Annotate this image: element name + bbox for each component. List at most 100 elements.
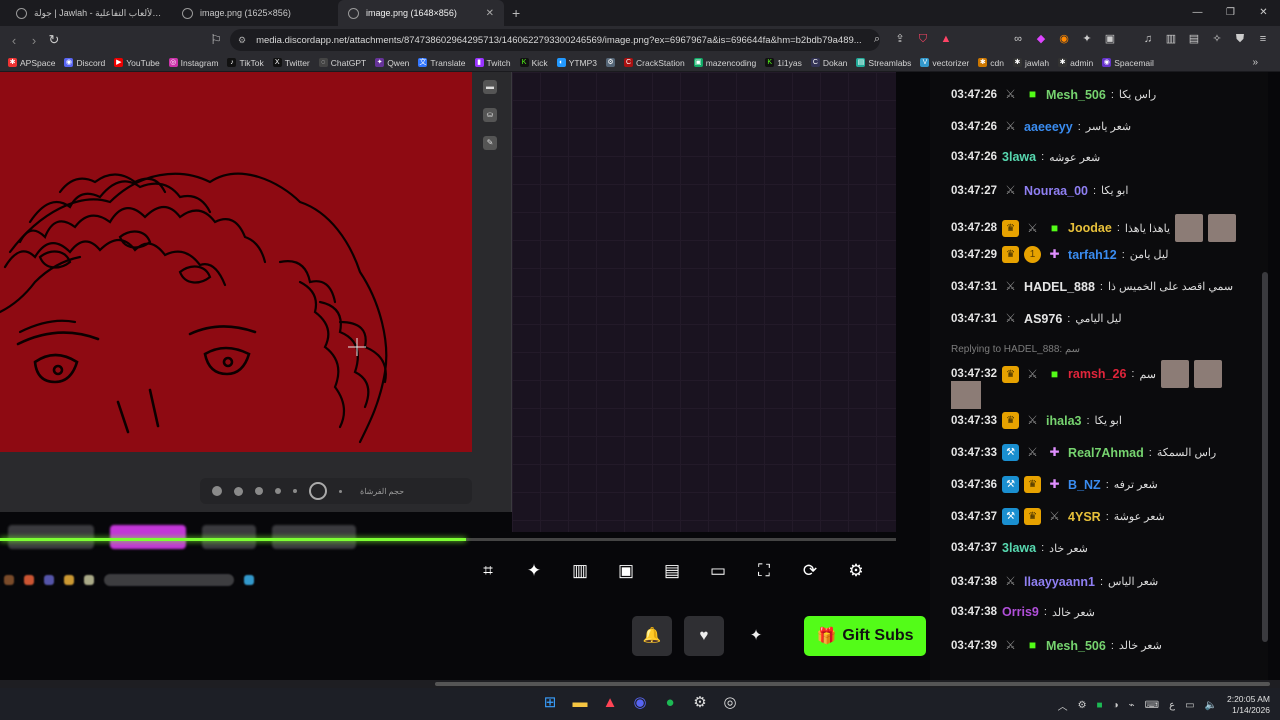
notification-bell-button[interactable]: 🔔 [632,616,672,656]
site-info-icon[interactable]: ⚙ [238,35,246,46]
message-username[interactable]: 4YSR [1068,510,1101,524]
video-progress-bar[interactable] [0,538,896,541]
language-icon[interactable]: ع [1169,700,1175,711]
reload-button[interactable]: ↻ [44,32,64,48]
pen-icon[interactable]: ✎ [483,136,497,150]
bookmark-admin[interactable]: ✱ admin [1058,58,1093,68]
settings-gear-icon[interactable]: ⚙ [844,559,868,583]
autoplay-icon[interactable]: ⟳ [798,559,822,583]
bookmark-twitter[interactable]: X Twitter [272,58,310,68]
theater-mode-icon[interactable]: ▭ [706,559,730,583]
steam-icon[interactable]: ⚙ [690,692,710,714]
screenshot-icon[interactable]: ▣ [1103,32,1117,46]
puzzle-icon[interactable]: ✦ [1080,32,1094,46]
tab-image-1[interactable]: image.png (1625×856) [172,0,338,26]
horizontal-scrollbar[interactable] [0,680,1280,688]
message-username[interactable]: llaayyaann1 [1024,575,1095,589]
bookmark-chatgpt[interactable]: ◌ ChatGPT [318,58,366,68]
fullscreen-icon[interactable]: ⛶ [752,559,776,583]
message-username[interactable]: Orris9 [1002,605,1039,619]
drawing-canvas[interactable] [0,72,472,452]
tab-image-2[interactable]: image.png (1648×856) ✕ [338,0,504,26]
rewards-icon[interactable]: ▲ [939,32,953,46]
windows-start-icon[interactable]: ⊞ [540,692,560,714]
bookmark-ytmp3[interactable]: ◐ YTMP3 [556,58,597,68]
show-hidden-icons[interactable]: ︿ [1058,698,1068,713]
message-username[interactable]: B_NZ [1068,478,1101,492]
blurred-button[interactable] [202,525,256,549]
menu-icon[interactable]: ≡ [1256,32,1270,46]
bookmark-qwen[interactable]: ✦ Qwen [375,58,409,68]
bookmark-tiktok[interactable]: ♪ TikTok [227,58,264,68]
brush-size-option[interactable] [212,486,222,496]
stats-icon[interactable]: ▥ [568,559,592,583]
message-username[interactable]: 3lawa [1002,150,1036,164]
bookmark-jawlah[interactable]: ✱ jawlah [1012,58,1049,68]
keyboard-icon[interactable]: ⌨ [1145,700,1159,711]
message-username[interactable]: Mesh_506 [1046,639,1106,653]
extension-icon[interactable]: ◆ [1034,32,1048,46]
bookmark-spacemail[interactable]: ◉ Spacemail [1102,58,1154,68]
maximize-button[interactable]: ❐ [1214,0,1247,26]
message-username[interactable]: tarfah12 [1068,248,1117,262]
close-tab-icon[interactable]: ✕ [486,8,494,19]
bookmark-youtube[interactable]: ▶ YouTube [114,58,160,68]
tray-icon[interactable]: ⌁ [1129,700,1135,711]
message-username[interactable]: aaeeeyy [1024,120,1073,134]
sidebar-icon[interactable]: ▥ [1164,32,1178,46]
brush-size-option[interactable] [255,487,263,495]
bookmark-dokan[interactable]: C Dokan [810,58,847,68]
bookmark-kick[interactable]: K Kick [519,58,548,68]
bookmark-icon[interactable]: ⚐ [206,32,226,48]
crop-icon[interactable]: ⌗ [476,559,500,583]
message-username[interactable]: ihala3 [1046,414,1081,428]
blurred-button[interactable] [8,525,94,549]
spotify-icon[interactable]: ● [660,692,680,714]
message-username[interactable]: AS976 [1024,312,1062,326]
app-icon[interactable]: ◎ [720,692,740,714]
discord-icon[interactable]: ◉ [630,692,650,714]
brush-size-option[interactable] [339,489,342,493]
bookmark-twitch[interactable]: ▮ Twitch [474,58,511,68]
tray-icon[interactable]: ◑ [1113,700,1119,711]
ai-icon[interactable]: ✧ [1210,32,1224,46]
bookmark-1i1yas[interactable]: K 1i1yas [765,58,802,68]
message-username[interactable]: ramsh_26 [1068,367,1126,381]
message-username[interactable]: Joodae [1068,221,1112,235]
bookmark-settings[interactable]: ⚙ [606,58,616,67]
bookmark-discord[interactable]: ◉ Discord [64,58,105,68]
message-username[interactable]: Nouraa_00 [1024,184,1088,198]
system-clock[interactable]: 2:20:05 AM 1/14/2026 [1227,694,1270,716]
new-tab-button[interactable]: + [504,5,528,21]
follow-heart-button[interactable]: ♥ [684,616,724,656]
volume-icon[interactable]: 🔈 [1205,700,1217,711]
minimize-button[interactable]: — [1181,0,1214,26]
message-username[interactable]: Real7Ahmad [1068,446,1144,460]
tray-icon[interactable]: ⚙ [1078,700,1087,711]
scrollbar-thumb[interactable] [435,682,1270,686]
bookmark-vectorizer[interactable]: Vvectorizer [920,58,969,68]
sparkle-icon[interactable]: ✦ [522,559,546,583]
brave-shield-icon[interactable]: ⛉ [916,32,930,46]
extension-icon[interactable]: ∞ [1011,32,1025,46]
bookmark-streamlabs[interactable]: ▤ Streamlabs [856,58,911,68]
more-bookmarks-icon[interactable]: » [1252,57,1258,68]
gift-subs-button[interactable]: 🎁 Gift Subs [804,616,926,656]
brush-size-option[interactable] [234,486,243,496]
bookmark-crackstation[interactable]: C CrackStation [624,58,685,68]
clip-icon[interactable]: ▤ [660,559,684,583]
vpn-icon[interactable]: ⛊ [1233,32,1247,46]
brave-browser-icon[interactable]: ▲ [600,692,620,714]
bookmark-apspace[interactable]: ✱ APSpace [8,58,55,68]
message-username[interactable]: 3lawa [1002,541,1036,555]
bookmark-translate[interactable]: 文 Translate [418,58,466,68]
sparkle-button[interactable]: ✦ [736,616,776,656]
media-icon[interactable]: ♫ [1141,32,1155,46]
blurred-button[interactable] [272,525,356,549]
message-username[interactable]: HADEL_888 [1024,280,1095,294]
forward-button[interactable]: › [24,33,44,48]
wallet-icon[interactable]: ▤ [1187,32,1201,46]
bucket-icon[interactable]: ⛀ [483,108,497,122]
extension-icon[interactable]: ◉ [1057,32,1071,46]
close-window-button[interactable]: ✕ [1247,0,1280,26]
